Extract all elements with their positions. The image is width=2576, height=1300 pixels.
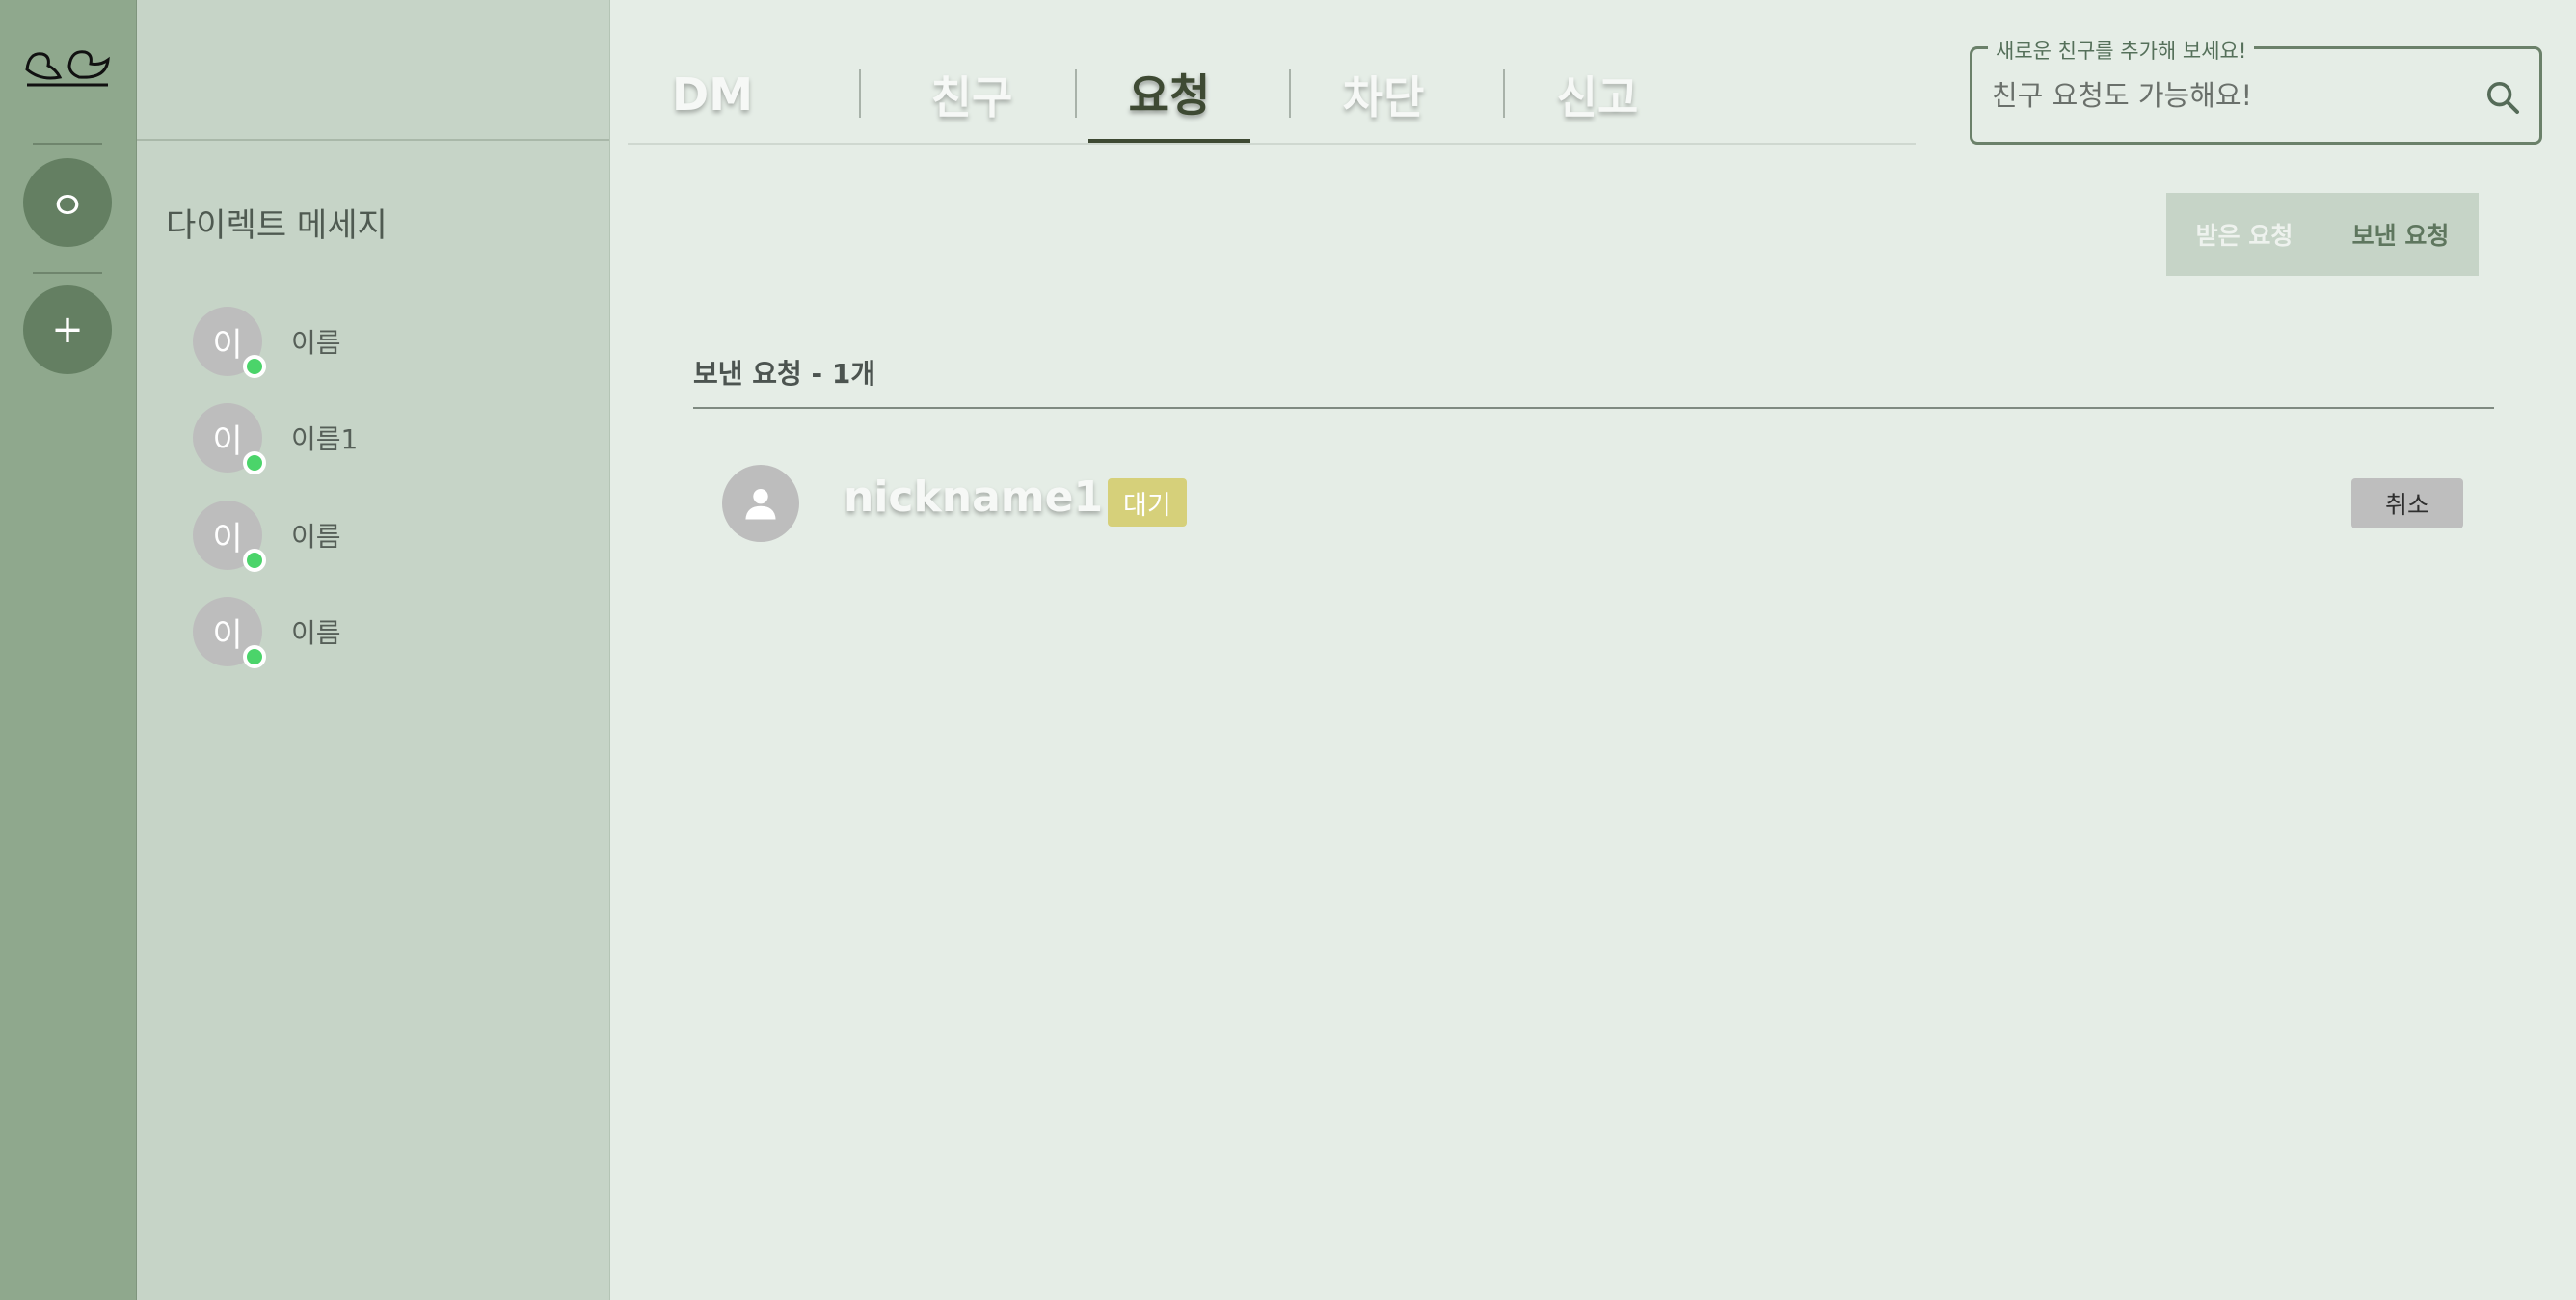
request-row: nickname1 대기 취소: [693, 457, 2494, 550]
search-icon[interactable]: [2483, 78, 2522, 117]
tab-report[interactable]: 신고: [1516, 46, 1678, 143]
dm-list-item[interactable]: 이 이름: [193, 497, 341, 574]
dm-title: 다이렉트 메세지: [166, 206, 388, 245]
dm-name: 이름: [291, 617, 341, 649]
rail-divider: [33, 143, 102, 145]
section-title: 보낸 요청 - 1개: [693, 358, 876, 390]
rail-divider: [33, 272, 102, 274]
add-server-button[interactable]: +: [23, 285, 112, 374]
avatar: 이: [193, 501, 266, 572]
sidebar-header: [137, 0, 609, 141]
tab-friends[interactable]: 친구: [892, 46, 1052, 143]
profile-button[interactable]: ㅇ: [23, 158, 112, 247]
dm-sidebar: 다이렉트 메세지 이 이름 이 이름1 이 이름 이 이름: [137, 0, 610, 1300]
tab-bar: DM 친구 요청 차단 신고: [628, 46, 1916, 145]
avatar-initial: 이: [212, 421, 243, 461]
tab-divider: [1289, 69, 1291, 118]
tab-dm[interactable]: DM: [647, 46, 778, 143]
dm-name: 이름: [291, 327, 341, 359]
request-type-toggle: 받은 요청 보낸 요청: [2166, 193, 2479, 276]
dm-name: 이름1: [291, 423, 359, 455]
tab-divider: [859, 69, 861, 118]
tab-divider: [1075, 69, 1077, 118]
profile-label: ㅇ: [49, 184, 86, 229]
request-nickname: nickname1: [844, 473, 1104, 522]
tab-divider: [1503, 69, 1505, 118]
received-requests-button[interactable]: 받은 요청: [2166, 217, 2322, 252]
dm-name: 이름: [291, 521, 341, 553]
avatar-initial: 이: [212, 325, 243, 365]
search-input[interactable]: [1992, 68, 2474, 122]
avatar: 이: [193, 403, 266, 474]
person-icon: [745, 488, 776, 520]
online-status-dot: [243, 451, 266, 474]
avatar: [722, 465, 799, 542]
plus-icon: +: [51, 308, 84, 352]
dm-list-item[interactable]: 이 이름1: [193, 399, 358, 476]
dm-list-item[interactable]: 이 이름: [193, 593, 341, 670]
sent-requests-button[interactable]: 보낸 요청: [2322, 217, 2479, 252]
online-status-dot: [243, 355, 266, 378]
search-legend: 새로운 친구를 추가해 보세요!: [1988, 36, 2255, 65]
status-badge: 대기: [1108, 478, 1187, 527]
online-status-dot: [243, 645, 266, 668]
section-divider: [693, 407, 2494, 409]
add-friend-search: 새로운 친구를 추가해 보세요!: [1970, 36, 2542, 145]
tab-requests[interactable]: 요청: [1088, 46, 1250, 143]
online-status-dot: [243, 549, 266, 572]
server-rail: ㅇ +: [0, 0, 137, 1300]
cancel-request-button[interactable]: 취소: [2351, 478, 2463, 528]
avatar-initial: 이: [212, 519, 243, 558]
avatar: 이: [193, 307, 266, 378]
avatar-initial: 이: [212, 615, 243, 655]
main-content: DM 친구 요청 차단 신고 새로운 친구를 추가해 보세요! 받은 요청 보낸…: [610, 0, 2576, 1300]
dm-list-item[interactable]: 이 이름: [193, 303, 341, 380]
avatar: 이: [193, 597, 266, 668]
tab-blocked[interactable]: 차단: [1302, 46, 1464, 143]
two-birds-logo-icon[interactable]: [21, 41, 114, 98]
